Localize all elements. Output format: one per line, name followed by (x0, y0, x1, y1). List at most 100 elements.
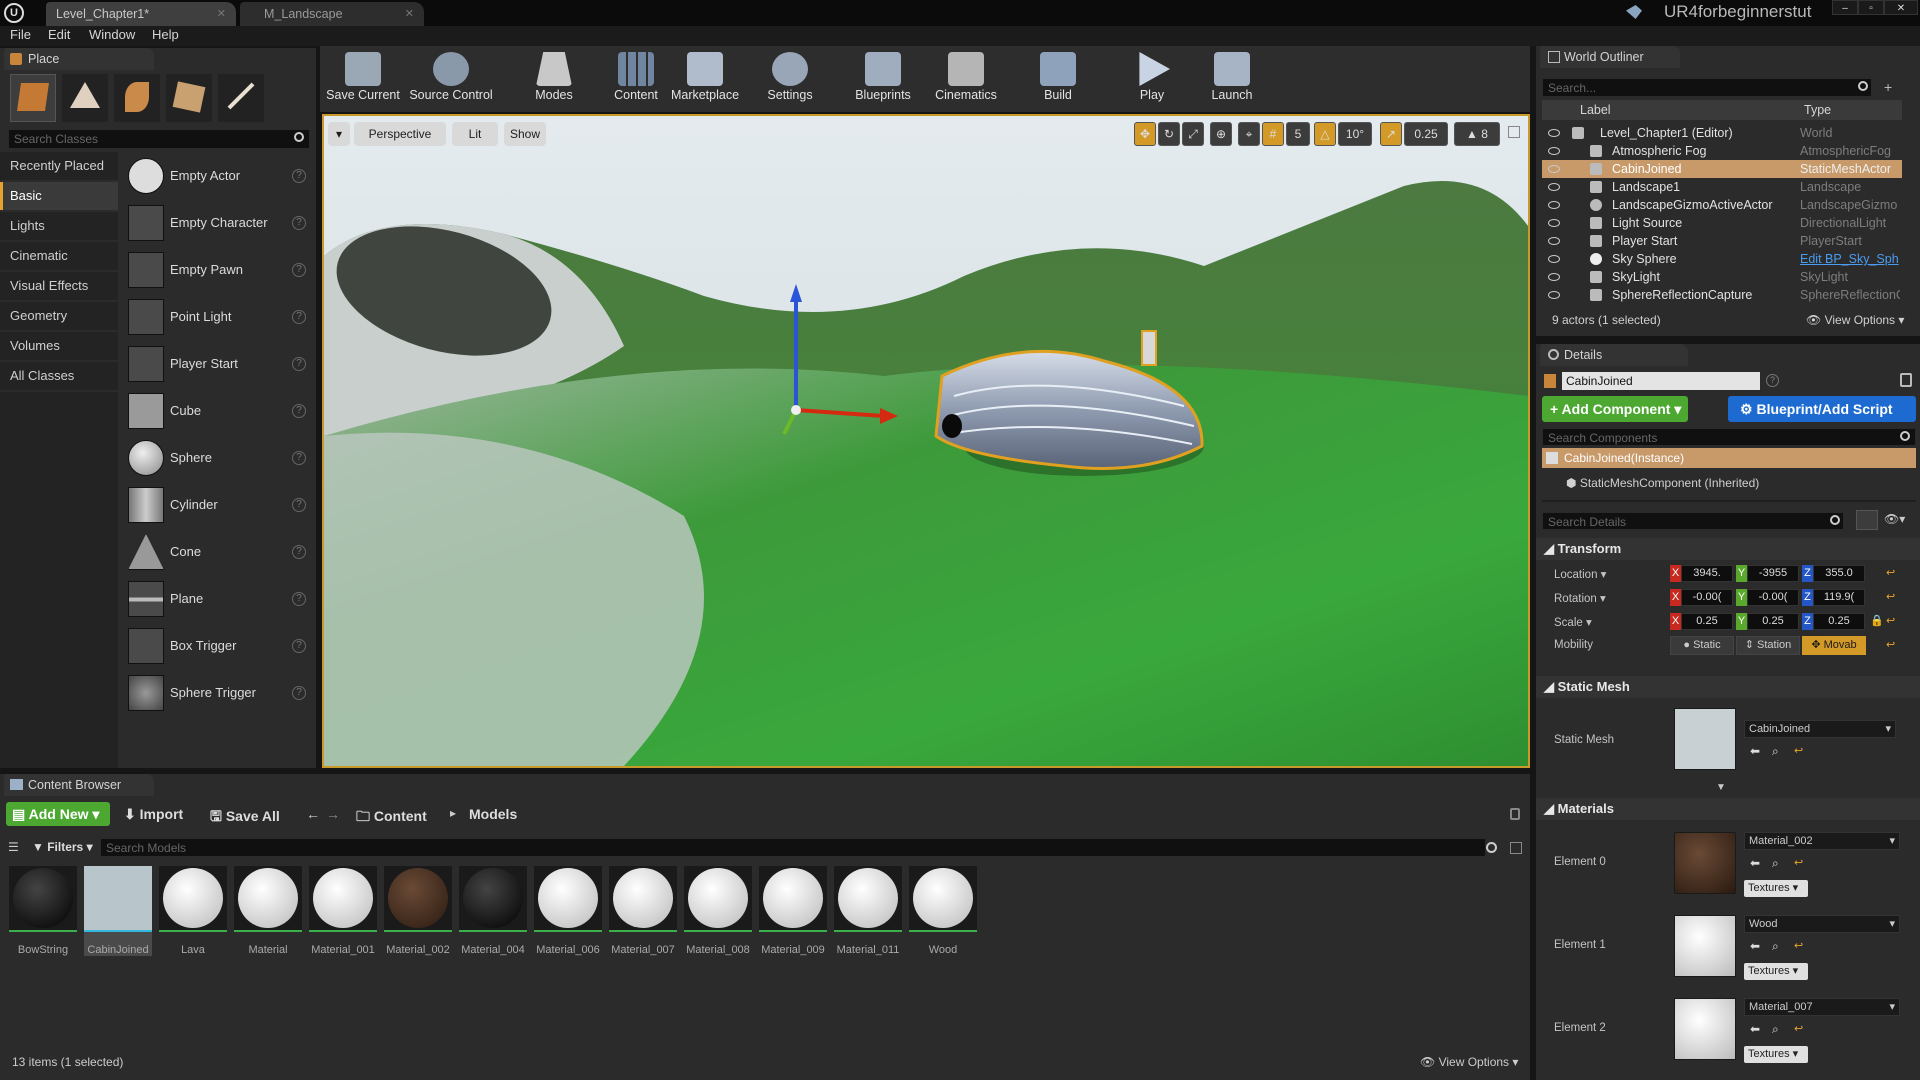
outliner-row-skylight[interactable]: SkyLight SkyLight (1542, 268, 1902, 286)
search-models-input[interactable]: Search Models (100, 838, 1486, 857)
reset-material-icon[interactable]: ↩ (1794, 856, 1803, 869)
content-button[interactable]: Content (606, 48, 666, 108)
rotation-z-input[interactable]: 119.9( (1813, 589, 1865, 606)
cinematics-button[interactable]: Cinematics (930, 48, 1002, 108)
help-icon[interactable]: ? (292, 263, 306, 277)
asset-tile[interactable]: Material_007 (609, 866, 677, 956)
outliner-view-options[interactable]: 👁 View Options ▾ (1806, 313, 1904, 327)
save-all-button[interactable]: 🖫 Save All (210, 806, 280, 830)
source-control-button[interactable]: Source Control (408, 48, 494, 108)
settings-button[interactable]: Settings (760, 48, 820, 108)
scale-snap-value[interactable]: 0.25 (1404, 122, 1448, 146)
forward-arrow-icon[interactable]: → (326, 806, 340, 822)
doc-tab-material[interactable]: M_Landscape ✕ (240, 2, 424, 26)
eye-icon[interactable] (1548, 129, 1560, 137)
category-geometry[interactable]: Geometry (0, 302, 118, 330)
help-icon[interactable]: ? (292, 169, 306, 183)
save-search-icon[interactable] (1510, 842, 1522, 854)
grid-snap-value[interactable]: 5 (1286, 122, 1310, 146)
browse-icon[interactable]: ⌕ (1772, 856, 1779, 871)
back-arrow-icon[interactable]: ← (306, 806, 320, 822)
maximize-viewport-icon[interactable] (1508, 126, 1520, 138)
use-selected-icon[interactable]: ⬅ (1750, 939, 1760, 953)
place-item-empty-pawn[interactable]: Empty Pawn? (124, 248, 312, 294)
component-instance-row[interactable]: CabinJoined(Instance) (1542, 448, 1916, 468)
search-classes-input[interactable]: Search Classes (8, 129, 310, 149)
use-selected-icon[interactable]: ⬅ (1750, 1022, 1760, 1036)
mobility-static-button[interactable]: ● Static (1670, 636, 1734, 655)
asset-tile[interactable]: Wood (909, 866, 977, 956)
help-icon[interactable]: ? (292, 686, 306, 700)
reset-location-icon[interactable]: ↩ (1886, 566, 1895, 579)
location-z-input[interactable]: 355.0 (1813, 565, 1865, 582)
outliner-row-sphere-reflection[interactable]: SphereReflectionCapture SphereReflectionC (1542, 286, 1902, 304)
world-local-button[interactable]: ⊕ (1210, 122, 1232, 146)
viewport-options-button[interactable]: ▾ (328, 122, 350, 146)
mobility-movable-button[interactable]: ✥ Movab (1802, 636, 1866, 655)
rotation-label[interactable]: Rotation ▾ (1554, 591, 1606, 605)
scale-y-input[interactable]: 0.25 (1747, 613, 1799, 630)
category-volumes[interactable]: Volumes (0, 332, 118, 360)
reset-mobility-icon[interactable]: ↩ (1886, 638, 1895, 651)
static-mesh-thumbnail[interactable] (1674, 708, 1736, 770)
search-details-input[interactable]: Search Details (1542, 512, 1844, 530)
eye-icon[interactable] (1548, 165, 1560, 173)
rotation-snap-value[interactable]: 10° (1338, 122, 1372, 146)
expand-section-icon[interactable]: ▼ (1716, 782, 1726, 793)
outliner-row-world[interactable]: Level_Chapter1 (Editor) World (1542, 124, 1902, 142)
asset-tile[interactable]: Material (234, 866, 302, 956)
category-basic[interactable]: Basic (0, 182, 118, 210)
outliner-search-input[interactable]: Search... (1542, 78, 1872, 97)
category-recently-placed[interactable]: Recently Placed (0, 152, 118, 180)
actor-name-field[interactable]: CabinJoined (1562, 372, 1760, 390)
place-item-cube[interactable]: Cube? (124, 389, 312, 435)
help-icon[interactable]: ? (1766, 374, 1779, 387)
outliner-row-landscape[interactable]: Landscape1 Landscape (1542, 178, 1902, 196)
add-component-button[interactable]: + Add Component ▾ (1542, 396, 1688, 422)
place-item-cylinder[interactable]: Cylinder? (124, 483, 312, 529)
label-column-header[interactable]: Label (1580, 103, 1611, 117)
filters-button[interactable]: ▼ Filters ▾ (32, 840, 93, 854)
element-1-textures-button[interactable]: Textures ▾ (1744, 963, 1808, 980)
asset-tile[interactable]: Material_002 (384, 866, 452, 956)
visibility-options-icon[interactable]: 👁▾ (1884, 512, 1905, 526)
outliner-row-atmospheric-fog[interactable]: Atmospheric Fog AtmosphericFog (1542, 142, 1902, 160)
reset-scale-icon[interactable]: ↩ (1886, 614, 1895, 627)
category-lights[interactable]: Lights (0, 212, 118, 240)
category-all-classes[interactable]: All Classes (0, 362, 118, 390)
help-icon[interactable]: ? (292, 310, 306, 324)
help-icon[interactable]: ? (292, 404, 306, 418)
use-selected-icon[interactable]: ⬅ (1750, 856, 1760, 870)
eye-icon[interactable] (1548, 147, 1560, 155)
place-tab[interactable]: Place (4, 48, 154, 70)
details-tab[interactable]: Details (1540, 344, 1688, 366)
scale-snap-icon[interactable]: ↗ (1380, 122, 1402, 146)
launch-button[interactable]: Launch (1204, 48, 1260, 108)
place-item-box-trigger[interactable]: Box Trigger? (124, 624, 312, 670)
outliner-row-sky-sphere[interactable]: Sky Sphere Edit BP_Sky_Sph (1542, 250, 1902, 268)
translate-mode-button[interactable]: ✥ (1134, 122, 1156, 146)
outliner-row-player-start[interactable]: Player Start PlayerStart (1542, 232, 1902, 250)
grid-snap-icon[interactable]: # (1262, 122, 1284, 146)
rotation-snap-icon[interactable]: △ (1314, 122, 1336, 146)
help-icon[interactable]: ? (292, 639, 306, 653)
help-icon[interactable]: ? (292, 451, 306, 465)
maximize-button[interactable]: ▫ (1858, 0, 1884, 15)
rotation-y-input[interactable]: -0.00( (1747, 589, 1799, 606)
foliage-mode-button[interactable] (114, 74, 160, 122)
element-0-thumbnail[interactable] (1674, 832, 1736, 894)
eye-icon[interactable] (1548, 291, 1560, 299)
reset-rotation-icon[interactable]: ↩ (1886, 590, 1895, 603)
help-icon[interactable]: ? (292, 498, 306, 512)
lock-icon[interactable] (1510, 808, 1520, 820)
eye-icon[interactable] (1548, 201, 1560, 209)
asset-tile[interactable]: Lava (159, 866, 227, 956)
modes-button[interactable]: Modes (524, 48, 584, 108)
asset-tile[interactable]: CabinJoined (84, 866, 152, 956)
add-actor-icon[interactable]: + (1884, 79, 1900, 95)
perspective-button[interactable]: Perspective (354, 122, 446, 146)
reset-material-icon[interactable]: ↩ (1794, 939, 1803, 952)
eye-icon[interactable] (1548, 219, 1560, 227)
close-icon[interactable]: ✕ (405, 2, 414, 26)
reset-material-icon[interactable]: ↩ (1794, 1022, 1803, 1035)
